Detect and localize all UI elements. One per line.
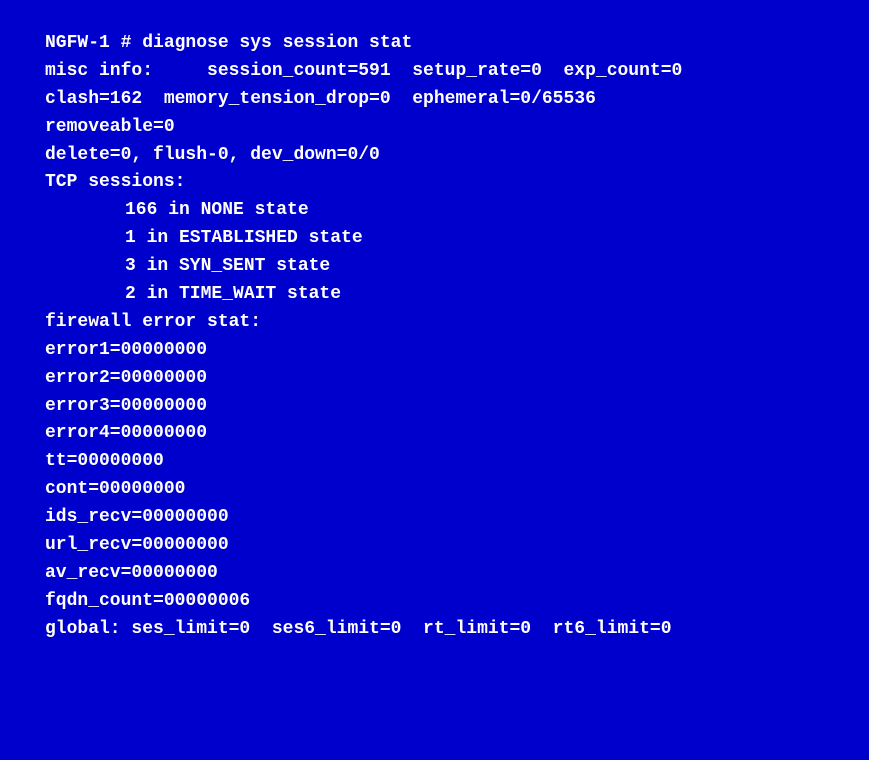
terminal-line-tcp4: 2 in TIME_WAIT state [45, 281, 824, 309]
terminal-line-fw: firewall error stat: [45, 309, 824, 337]
terminal-line-misc: misc info: session_count=591 setup_rate=… [45, 58, 824, 86]
terminal-line-fqdn: fqdn_count=00000006 [45, 588, 824, 616]
terminal-line-err4: error4=00000000 [45, 420, 824, 448]
terminal-line-clash: clash=162 memory_tension_drop=0 ephemera… [45, 86, 824, 114]
terminal-line-tcp1: 166 in NONE state [45, 197, 824, 225]
terminal-line-av: av_recv=00000000 [45, 560, 824, 588]
terminal-line-delete: delete=0, flush-0, dev_down=0/0 [45, 142, 824, 170]
terminal-line-cont: cont=00000000 [45, 476, 824, 504]
terminal-line-tcp2: 1 in ESTABLISHED state [45, 225, 824, 253]
terminal-line-removeable: removeable=0 [45, 114, 824, 142]
terminal-line-url: url_recv=00000000 [45, 532, 824, 560]
terminal-line-tt: tt=00000000 [45, 448, 824, 476]
terminal-line-err3: error3=00000000 [45, 393, 824, 421]
terminal-line-cmd: NGFW-1 # diagnose sys session stat [45, 30, 824, 58]
terminal-window: NGFW-1 # diagnose sys session statmisc i… [0, 0, 869, 760]
terminal-line-err2: error2=00000000 [45, 365, 824, 393]
terminal-line-err1: error1=00000000 [45, 337, 824, 365]
terminal-line-tcp: TCP sessions: [45, 169, 824, 197]
terminal-line-ids: ids_recv=00000000 [45, 504, 824, 532]
terminal-line-global: global: ses_limit=0 ses6_limit=0 rt_limi… [45, 616, 824, 644]
terminal-line-tcp3: 3 in SYN_SENT state [45, 253, 824, 281]
